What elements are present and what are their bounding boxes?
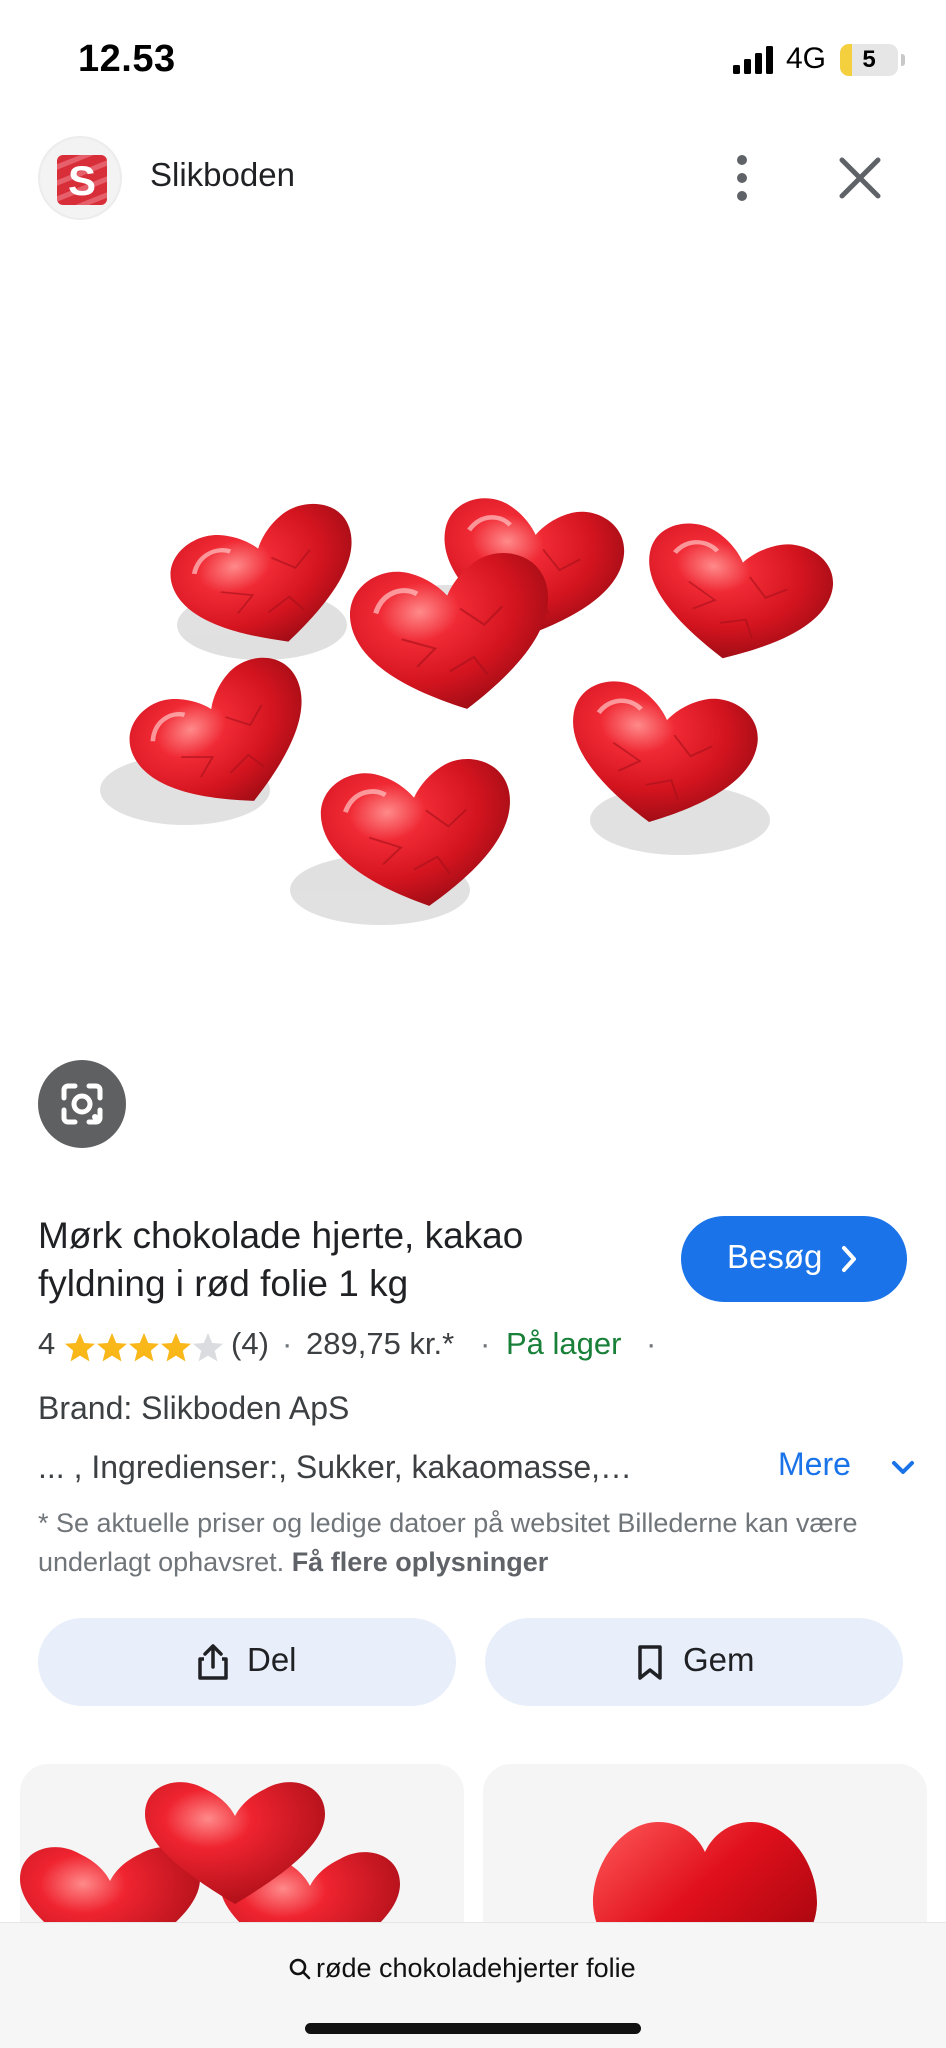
star-icon (193, 1333, 223, 1362)
visit-label: Besøg (727, 1238, 823, 1275)
battery-level: 5 (862, 46, 876, 73)
brand-info: Brand: Slikboden ApS (38, 1390, 350, 1426)
disclaimer: * Se aktuelle priser og ledige datoer på… (38, 1504, 908, 1582)
save-label: Gem (683, 1641, 755, 1678)
more-info-link[interactable]: Få flere oplysninger (292, 1547, 549, 1577)
share-icon (198, 1644, 228, 1680)
rating-stars (64, 1330, 224, 1374)
status-time: 12.53 (78, 38, 176, 80)
home-indicator[interactable] (305, 2023, 641, 2034)
product-title[interactable]: Mørk chokolade hjerte, kakao fyldning i … (38, 1212, 658, 1308)
lens-button[interactable] (38, 1060, 126, 1148)
visit-button[interactable]: Besøg (681, 1216, 907, 1302)
bookmark-icon (638, 1645, 662, 1680)
star-icon (65, 1333, 95, 1362)
star-icon (97, 1333, 127, 1362)
battery-tip (901, 54, 905, 66)
status-bar: 12.53 4G 5 (0, 0, 946, 120)
search-bar[interactable]: røde chokoladehjerter folie (0, 1922, 946, 2048)
more-label: Mere (778, 1446, 851, 1482)
share-button[interactable]: Del (38, 1618, 456, 1706)
site-name[interactable]: Slikboden (150, 156, 295, 194)
separator: · (282, 1326, 293, 1361)
chevron-right-icon (842, 1246, 856, 1272)
separator: · (480, 1326, 491, 1361)
share-label: Del (247, 1641, 297, 1678)
ingredients-info: ... , Ingredienser:, Sukker, kakaomasse,… (38, 1449, 633, 1485)
star-icon (129, 1333, 159, 1362)
close-button[interactable] (830, 148, 890, 208)
product-image[interactable] (0, 240, 946, 1040)
stock-status: På lager (506, 1326, 622, 1361)
chevron-down-icon (892, 1461, 914, 1474)
separator: · (646, 1326, 657, 1361)
network-type: 4G (786, 42, 827, 75)
more-button[interactable]: Mere (778, 1446, 914, 1490)
search-query: røde chokoladehjerter folie (316, 1953, 636, 1983)
close-icon (839, 157, 881, 199)
site-logo-mark: S (57, 155, 107, 205)
price: 289,75 kr.* (306, 1326, 455, 1361)
more-options-button[interactable] (716, 148, 768, 208)
search-icon (289, 1958, 311, 1980)
star-icon (161, 1333, 191, 1362)
chocolate-hearts-image (100, 240, 946, 925)
rating-value: 4 (38, 1326, 56, 1361)
site-logo-letter: S (67, 157, 96, 204)
lens-icon (61, 1083, 103, 1125)
signal-icon (733, 46, 773, 74)
review-count[interactable]: (4) (231, 1326, 269, 1362)
site-logo-icon[interactable]: S (38, 136, 122, 220)
header: S Slikboden (0, 130, 946, 226)
more-vert-icon (737, 155, 747, 201)
battery-icon: 5 (840, 44, 898, 76)
save-button[interactable]: Gem (485, 1618, 903, 1706)
